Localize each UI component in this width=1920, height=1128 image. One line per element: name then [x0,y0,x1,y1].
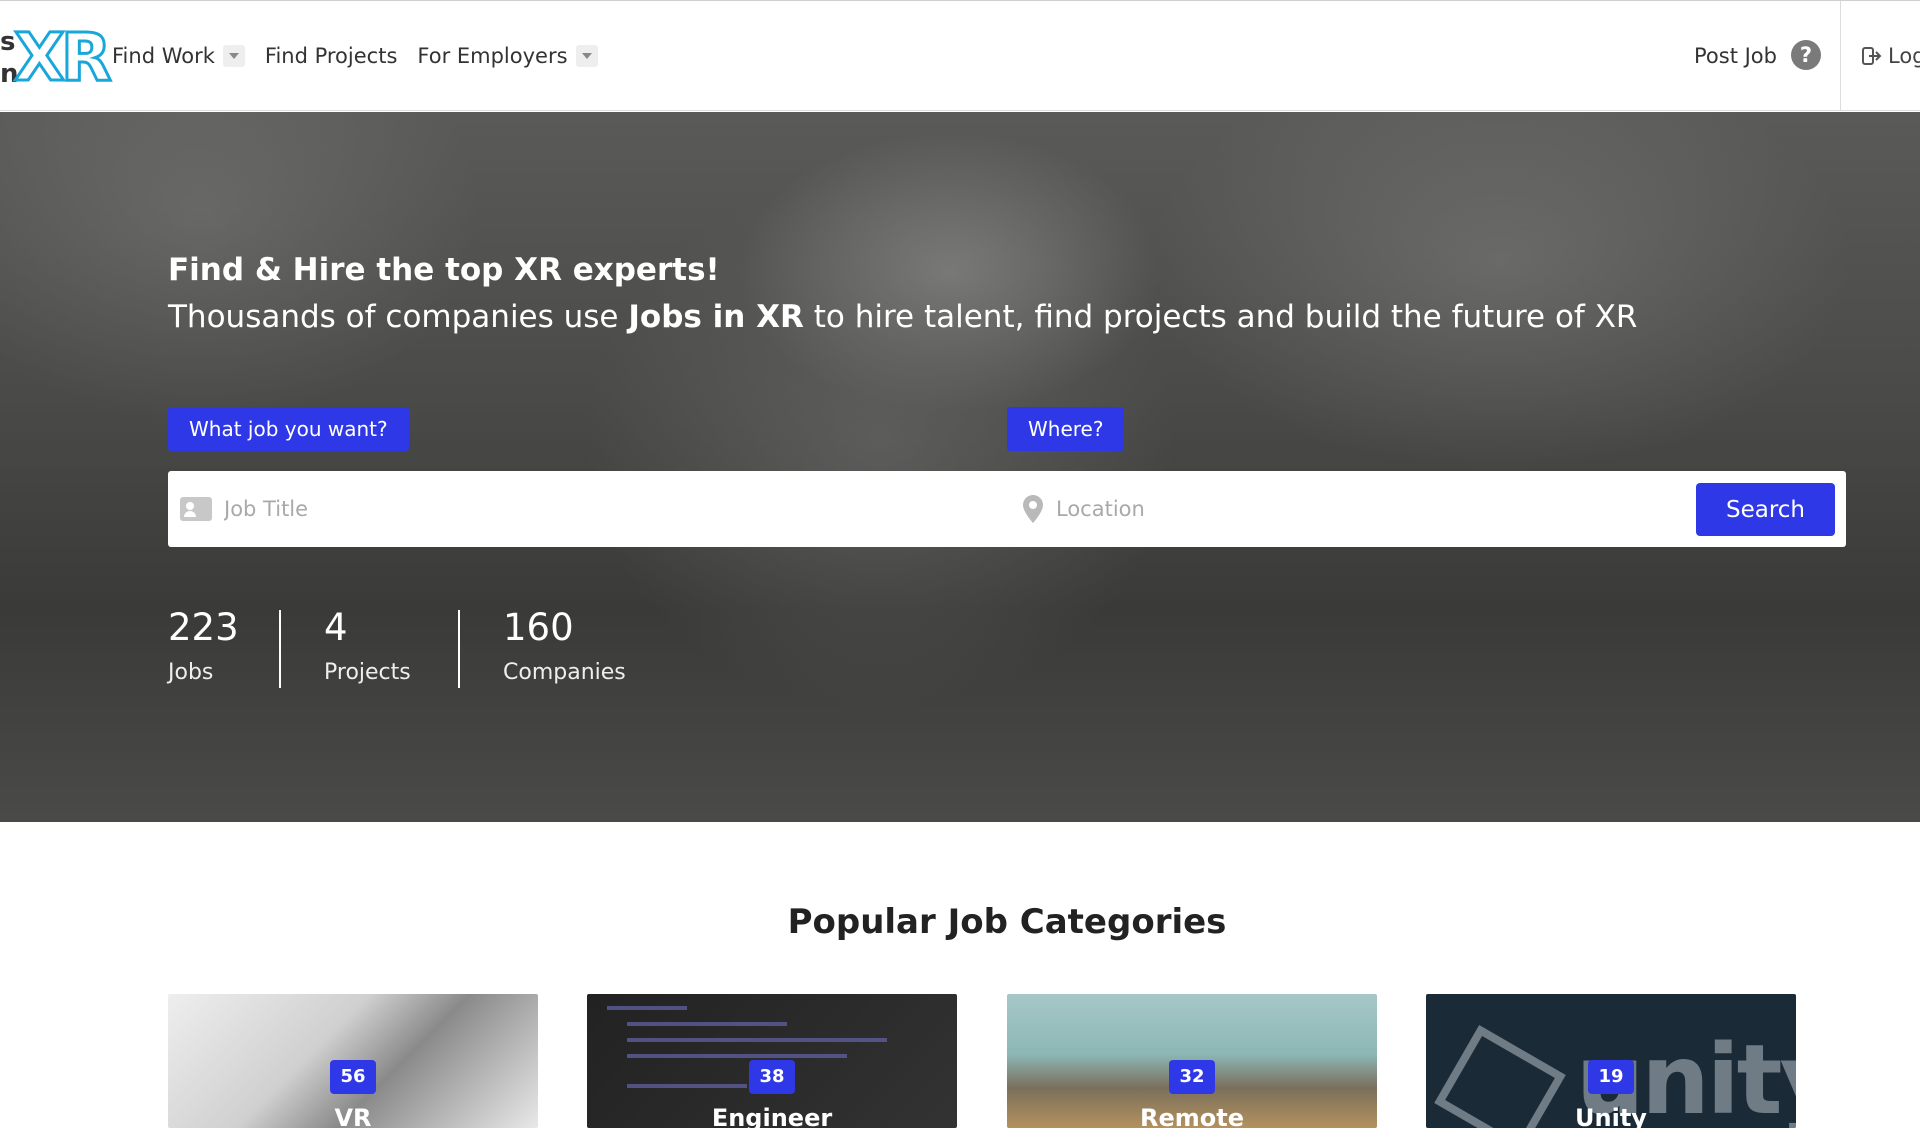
hero-headline: Find & Hire the top XR experts! [168,252,720,288]
code-background [627,1038,887,1042]
stat-companies-label: Companies [503,660,626,685]
help-question-icon[interactable]: ? [1791,40,1821,70]
category-count: 19 [1588,1060,1634,1094]
chevron-down-icon[interactable] [222,45,245,67]
post-job-link[interactable]: Post Job [1694,44,1777,68]
stat-projects-value: 4 [324,606,348,649]
stat-projects-label: Projects [324,660,411,685]
popular-categories-title: Popular Job Categories [787,902,1227,942]
category-count: 32 [1169,1060,1215,1094]
where-label: Where? [1007,407,1125,451]
job-title-input[interactable] [224,471,984,547]
stat-jobs: 223 Jobs [168,606,239,685]
id-card-icon [180,497,212,521]
what-job-label: What job you want? [168,407,409,451]
sign-in-icon [1862,47,1882,65]
login-link[interactable]: Log [1862,44,1920,68]
stat-jobs-value: 223 [168,606,239,649]
stat-divider [458,610,460,688]
hero-subheadline: Thousands of companies use Jobs in XR to… [168,299,1638,335]
logo-xr-mark: XR [13,19,114,96]
category-label: Remote [1139,1104,1244,1128]
brand-name: Jobs in XR [628,299,804,335]
stat-projects: 4 Projects [324,606,411,685]
category-card-remote[interactable]: 32 Remote [1007,994,1377,1128]
nav-for-employers-label: For Employers [417,44,568,68]
login-label: Log [1888,44,1920,68]
code-background [607,1006,687,1010]
job-search-bar: Search [168,471,1846,547]
nav-find-projects-label: Find Projects [264,44,398,68]
site-logo[interactable]: s n XR [0,19,114,96]
stat-companies: 160 Companies [503,606,626,685]
category-count: 56 [330,1060,376,1094]
search-button[interactable]: Search [1696,483,1835,536]
stat-jobs-label: Jobs [168,660,214,685]
nav-for-employers[interactable]: For Employers [417,44,598,68]
category-card-engineer[interactable]: 38 Engineer [587,994,957,1128]
nav-find-work[interactable]: Find Work [112,44,245,68]
category-card-vr[interactable]: 56 VR [168,994,538,1128]
stat-companies-value: 160 [503,606,574,649]
category-label: VR [334,1104,372,1128]
header-divider [1840,1,1841,111]
main-nav: Find Work Find Projects For Employers [112,44,598,68]
nav-find-work-label: Find Work [112,44,215,68]
nav-find-projects[interactable]: Find Projects [265,44,398,68]
location-input[interactable] [1056,471,1706,547]
hero-section: Find & Hire the top XR experts! Thousand… [0,112,1920,822]
category-label: Unity [1575,1104,1647,1128]
category-label: Engineer [711,1104,833,1128]
site-header: s n XR Find Work Find Projects For Emplo… [0,1,1920,111]
category-card-unity[interactable]: unity 19 Unity [1426,994,1796,1128]
category-count: 38 [749,1060,795,1094]
map-pin-icon [1023,495,1043,523]
chevron-down-icon[interactable] [575,45,598,67]
code-background [627,1054,847,1058]
stat-divider [279,610,281,688]
code-background [627,1022,787,1026]
code-background [627,1084,747,1088]
